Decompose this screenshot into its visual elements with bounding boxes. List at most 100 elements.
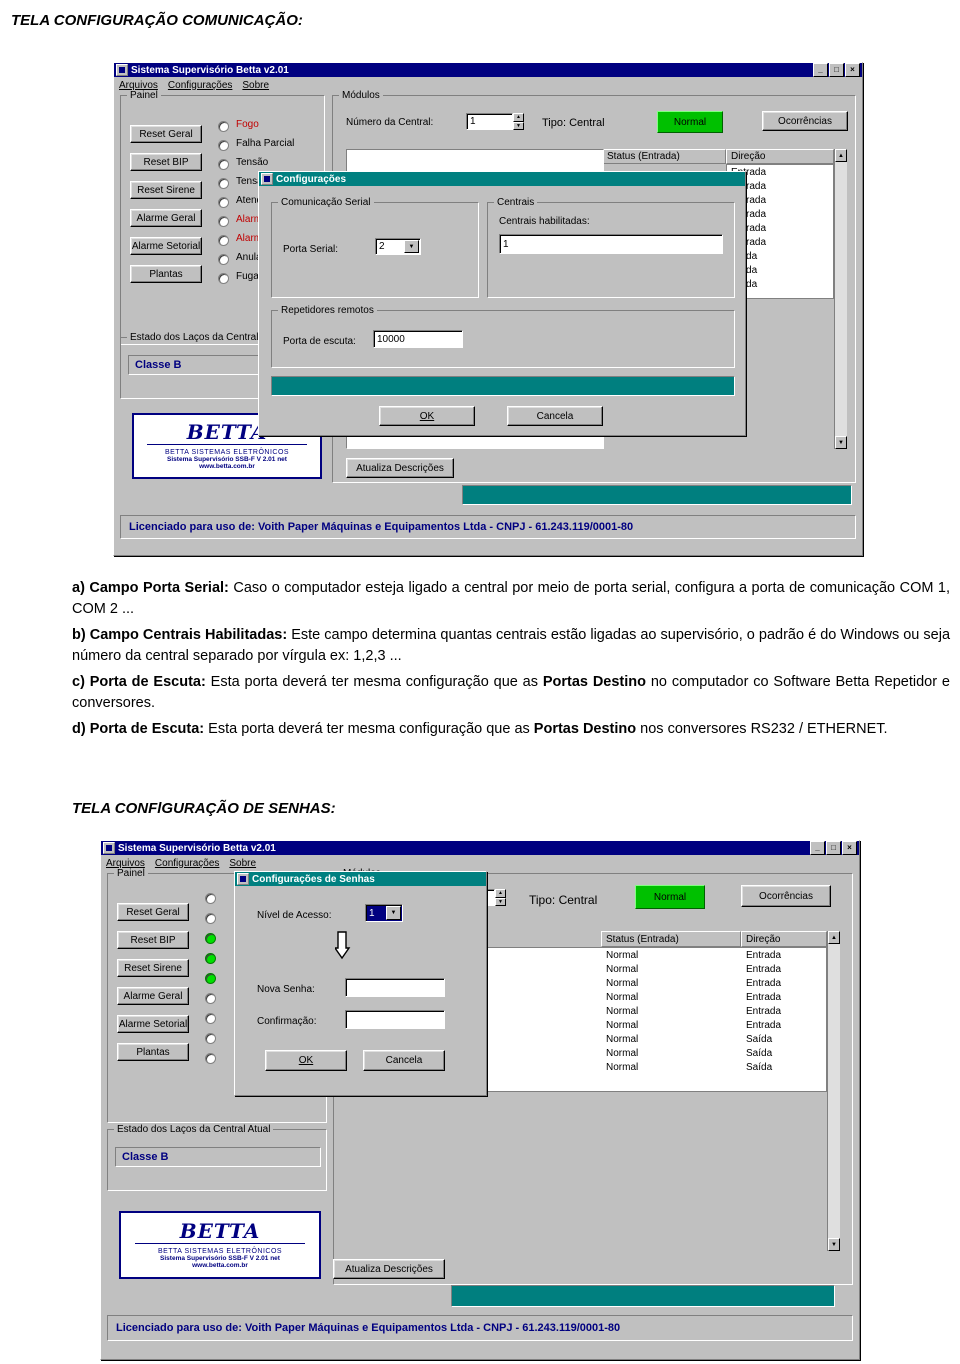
dialog-titlebar: Configurações de Senhas bbox=[235, 872, 486, 886]
central-number-spinner[interactable]: ▲ ▼ bbox=[513, 113, 524, 130]
centrals-enabled-label: Centrais habilitadas: bbox=[499, 216, 590, 227]
table-row[interactable]: Entrada bbox=[742, 948, 828, 962]
normal-button[interactable]: Normal bbox=[635, 885, 705, 909]
dialog-titlebar: Configurações bbox=[259, 172, 745, 186]
table-row[interactable]: Entrada bbox=[742, 1004, 828, 1018]
window-title: Sistema Supervisório Betta v2.01 bbox=[131, 64, 289, 76]
menu-arquivos[interactable]: Arquivos bbox=[119, 80, 158, 91]
table-row[interactable]: Entrada bbox=[742, 962, 828, 976]
status-column-header[interactable]: Status (Entrada) bbox=[601, 931, 741, 947]
table-row[interactable]: Entrada bbox=[742, 990, 828, 1004]
central-number-field[interactable]: 1 bbox=[466, 113, 513, 130]
listen-port-field[interactable]: 10000 bbox=[373, 330, 463, 348]
scroll-up-button[interactable]: ▲ bbox=[835, 149, 847, 162]
table-row[interactable]: Normal bbox=[602, 948, 742, 962]
paragraph-a: a) Campo Porta Serial: Caso o computador… bbox=[72, 578, 950, 620]
normal-button[interactable]: Normal bbox=[657, 111, 723, 133]
table-row[interactable]: Normal bbox=[602, 1060, 742, 1074]
button-reset-geral[interactable]: Reset Geral bbox=[130, 125, 202, 143]
button-alarme-setorial[interactable]: Alarme Setorial bbox=[130, 237, 202, 255]
loops-group-legend: Estado dos Laços da Central Atual bbox=[114, 1124, 274, 1135]
dialog-ok-button[interactable]: OK bbox=[265, 1050, 347, 1071]
button-reset-bip[interactable]: Reset BIP bbox=[130, 153, 202, 171]
dialog-senhas: Configurações de Senhas Nível de Acesso:… bbox=[234, 871, 487, 1096]
table-row[interactable]: Saída bbox=[742, 1032, 828, 1046]
scroll-down-button[interactable]: ▼ bbox=[828, 1238, 840, 1251]
app-window-comm: Sistema Supervisório Betta v2.01 _ □ × A… bbox=[113, 62, 863, 556]
maximize-button[interactable]: □ bbox=[826, 841, 841, 855]
direction-column-header[interactable]: Direção bbox=[741, 931, 827, 947]
indicator-led-6 bbox=[218, 235, 229, 246]
button-reset-geral[interactable]: Reset Geral bbox=[117, 903, 189, 921]
table-row[interactable]: Normal bbox=[602, 990, 742, 1004]
logo-divider bbox=[134, 1243, 306, 1244]
indicator-led-1 bbox=[218, 140, 229, 151]
serial-port-combo[interactable]: 2 ▼ bbox=[375, 238, 421, 255]
button-reset-sirene[interactable]: Reset Sirene bbox=[130, 181, 202, 199]
indicator-led-8 bbox=[218, 273, 229, 284]
button-reset-sirene[interactable]: Reset Sirene bbox=[117, 959, 189, 977]
close-button[interactable]: × bbox=[845, 63, 860, 77]
spinner-down[interactable]: ▼ bbox=[513, 121, 524, 130]
scroll-down-button[interactable]: ▼ bbox=[835, 436, 847, 449]
table-row[interactable]: Entrada bbox=[742, 1018, 828, 1032]
button-alarme-setorial[interactable]: Alarme Setorial bbox=[117, 1015, 189, 1033]
access-level-combo[interactable]: 1 ▼ bbox=[365, 904, 403, 922]
table-row[interactable]: Normal bbox=[602, 1046, 742, 1060]
direction-column-header[interactable]: Direção bbox=[726, 149, 834, 164]
indicator-led-0 bbox=[205, 893, 216, 904]
new-password-field[interactable] bbox=[345, 978, 445, 997]
table-row[interactable]: Saída bbox=[742, 1060, 828, 1074]
button-alarme-geral[interactable]: Alarme Geral bbox=[130, 209, 202, 227]
modules-scrollbar[interactable]: ▲ ▼ bbox=[834, 149, 847, 449]
menu-arquivos[interactable]: Arquivos bbox=[106, 858, 145, 869]
dialog-cancel-button[interactable]: Cancela bbox=[363, 1050, 445, 1071]
menubar-comm: Arquivos Configurações Sobre bbox=[114, 77, 862, 93]
table-row[interactable]: Normal bbox=[602, 962, 742, 976]
centrals-enabled-field[interactable]: 1 bbox=[499, 234, 723, 254]
indicator-led-7 bbox=[205, 1033, 216, 1044]
modules-scrollbar[interactable]: ▲ ▼ bbox=[827, 931, 840, 1251]
button-reset-bip[interactable]: Reset BIP bbox=[117, 931, 189, 949]
indicator-led-7 bbox=[218, 254, 229, 265]
button-plantas[interactable]: Plantas bbox=[130, 265, 202, 283]
table-row[interactable]: Saída bbox=[742, 1046, 828, 1060]
maximize-button[interactable]: □ bbox=[829, 63, 844, 77]
central-number-spinner[interactable]: ▲ ▼ bbox=[495, 889, 506, 906]
spinner-up[interactable]: ▲ bbox=[495, 889, 506, 898]
table-row[interactable]: Entrada bbox=[742, 976, 828, 990]
minimize-button[interactable]: _ bbox=[810, 841, 825, 855]
indicator-led-3 bbox=[218, 178, 229, 189]
scroll-up-button[interactable]: ▲ bbox=[828, 931, 840, 944]
menu-sobre[interactable]: Sobre bbox=[242, 80, 269, 91]
button-alarme-geral[interactable]: Alarme Geral bbox=[117, 987, 189, 1005]
chevron-down-icon[interactable]: ▼ bbox=[404, 240, 419, 253]
chevron-down-icon[interactable]: ▼ bbox=[386, 906, 401, 920]
menu-sobre[interactable]: Sobre bbox=[229, 858, 256, 869]
minimize-button[interactable]: _ bbox=[813, 63, 828, 77]
indicator-led-1 bbox=[205, 913, 216, 924]
table-row[interactable]: Normal bbox=[602, 1004, 742, 1018]
confirm-password-field[interactable] bbox=[345, 1010, 445, 1029]
dialog-cancel-button[interactable]: Cancela bbox=[507, 406, 603, 426]
paragraph-c-rest1: Esta porta deverá ter mesma configuração… bbox=[205, 674, 543, 690]
menu-configuracoes[interactable]: Configurações bbox=[155, 858, 219, 869]
central-number-label: Número da Central: bbox=[346, 117, 434, 128]
spinner-down[interactable]: ▼ bbox=[495, 897, 506, 906]
close-button[interactable]: × bbox=[842, 841, 857, 855]
status-column-header[interactable]: Status (Entrada) bbox=[602, 149, 726, 164]
menu-configuracoes[interactable]: Configurações bbox=[168, 80, 232, 91]
occurrences-button[interactable]: Ocorrências bbox=[741, 885, 831, 907]
table-row[interactable]: Normal bbox=[602, 1032, 742, 1046]
button-plantas[interactable]: Plantas bbox=[117, 1043, 189, 1061]
dialog-title: Configurações bbox=[276, 173, 347, 185]
dialog-ok-button[interactable]: OK bbox=[379, 406, 475, 426]
confirm-password-label: Confirmação: bbox=[257, 1016, 317, 1027]
update-descriptions-button[interactable]: Atualiza Descrições bbox=[346, 458, 454, 478]
table-row[interactable]: Normal bbox=[602, 1018, 742, 1032]
update-descriptions-button[interactable]: Atualiza Descrições bbox=[333, 1259, 445, 1279]
app-icon bbox=[103, 842, 115, 854]
occurrences-button[interactable]: Ocorrências bbox=[762, 111, 848, 131]
spinner-up[interactable]: ▲ bbox=[513, 113, 524, 122]
table-row[interactable]: Normal bbox=[602, 976, 742, 990]
